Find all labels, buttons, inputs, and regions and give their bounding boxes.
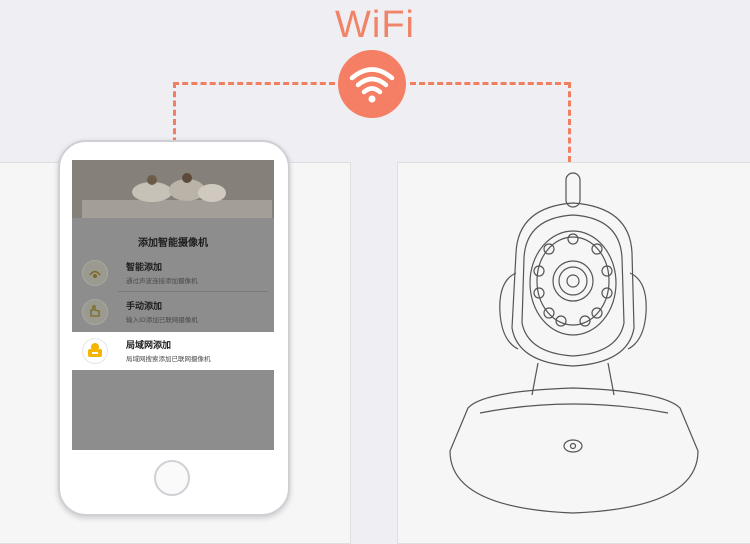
menu-title: 添加智能摄像机 [138,238,208,249]
menu-item-smart-add[interactable]: 智能添加 通过声波连接添加摄像机 [72,254,274,292]
divider [118,291,268,292]
phone-screen: 添加智能摄像机 智能添加 通过声波连接添加摄像机 手动添加 输入ID添加已联网摄… [72,160,274,450]
menu-item-title: 局域网添加 [126,341,172,351]
home-button[interactable] [154,460,190,496]
smart-add-icon [82,260,108,286]
wifi-label: WiFi [335,4,415,46]
connection-line-right [410,82,570,85]
menu-item-subtitle: 输入ID添加已联网摄像机 [126,316,198,324]
family-photo [72,160,274,218]
hand-icon [82,299,108,325]
lan-icon [82,338,108,364]
phone-mockup: 添加智能摄像机 智能添加 通过声波连接添加摄像机 手动添加 输入ID添加已联网摄… [58,140,290,516]
menu-item-manual-add[interactable]: 手动添加 输入ID添加已联网摄像机 [72,293,274,331]
connection-line-left [173,82,335,85]
menu-item-lan-add[interactable]: 局域网添加 局域网搜索添加已联网摄像机 [72,332,274,370]
menu-item-title: 智能添加 [126,263,163,273]
menu-item-subtitle: 通过声波连接添加摄像机 [126,277,198,285]
wifi-icon [338,50,406,118]
menu-item-subtitle: 局域网搜索添加已联网摄像机 [126,355,211,363]
connection-line-camera [568,82,571,162]
menu-item-title: 手动添加 [126,302,163,312]
camera-panel [397,162,750,544]
camera-illustration [449,172,699,514]
